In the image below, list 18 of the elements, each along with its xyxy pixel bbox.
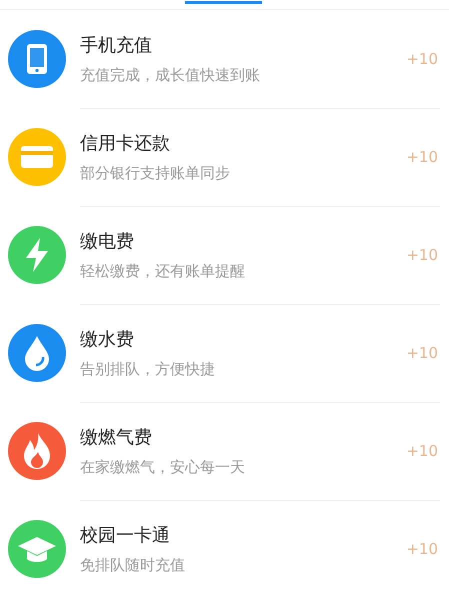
service-description: 告别排队，方便快捷 xyxy=(80,360,216,378)
service-title: 校园一卡通 xyxy=(80,524,171,547)
service-title: 手机充值 xyxy=(80,34,153,56)
service-description: 部分银行支持账单同步 xyxy=(80,164,231,182)
service-title: 信用卡还款 xyxy=(80,132,171,154)
service-description: 在家缴燃气，安心每一天 xyxy=(80,458,246,476)
reward-points: +10 xyxy=(406,540,438,558)
service-description: 轻松缴费，还有账单提醒 xyxy=(80,262,246,280)
service-title: 缴燃气费 xyxy=(80,426,153,448)
service-description: 充值完成，成长值快速到账 xyxy=(80,66,261,84)
service-title: 缴电费 xyxy=(80,230,135,252)
reward-points: +10 xyxy=(406,442,438,460)
reward-points: +10 xyxy=(406,344,438,362)
service-description: 免排队随时充值 xyxy=(80,556,186,575)
reward-points: +10 xyxy=(406,148,438,166)
reward-points: +10 xyxy=(406,246,438,264)
service-title: 缴水费 xyxy=(80,328,135,350)
reward-points: +10 xyxy=(406,50,438,68)
